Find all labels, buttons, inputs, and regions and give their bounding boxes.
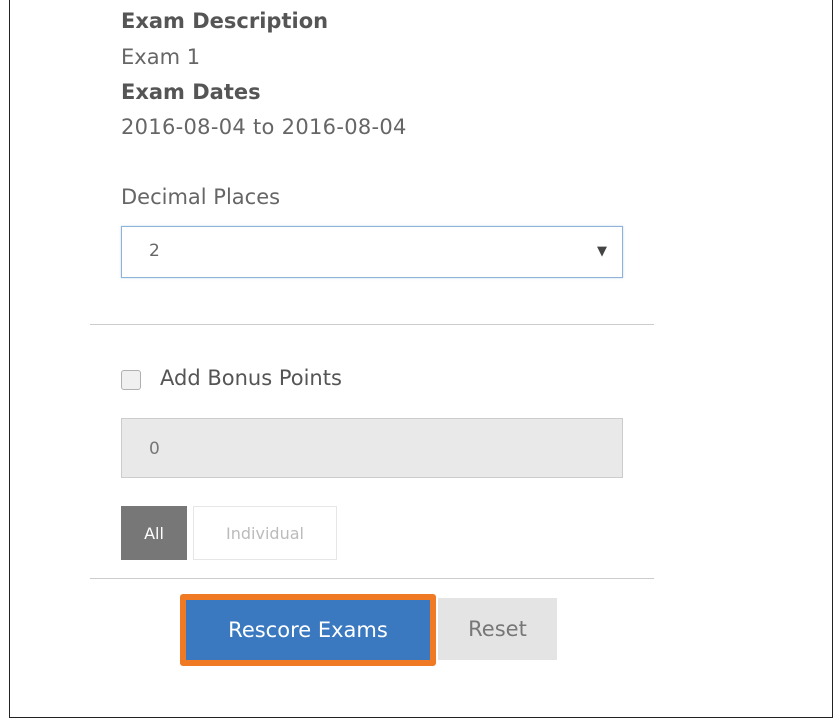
- rescore-exams-label: Rescore Exams: [186, 600, 430, 660]
- bonus-points-input[interactable]: 0: [121, 418, 623, 478]
- exam-dates-label: Exam Dates: [121, 80, 261, 104]
- decimal-places-selected-value: 2: [149, 241, 160, 261]
- add-bonus-points-label[interactable]: Add Bonus Points: [160, 366, 342, 390]
- section-divider: [90, 578, 654, 579]
- add-bonus-points-checkbox[interactable]: [121, 370, 141, 390]
- exam-dates-value: 2016-08-04 to 2016-08-04: [121, 115, 407, 139]
- exam-description-label: Exam Description: [121, 9, 329, 33]
- section-divider: [90, 324, 654, 325]
- reset-button[interactable]: Reset: [438, 598, 557, 660]
- decimal-places-label: Decimal Places: [121, 185, 281, 209]
- exam-description-value: Exam 1: [121, 45, 201, 69]
- individual-toggle-button[interactable]: Individual: [193, 506, 337, 560]
- all-toggle-button[interactable]: All: [121, 506, 187, 560]
- decimal-places-select[interactable]: 2 ▼: [121, 226, 623, 278]
- rescore-exams-button[interactable]: Rescore Exams: [180, 594, 436, 666]
- bonus-points-value: 0: [149, 439, 160, 459]
- caret-down-icon: ▼: [597, 244, 607, 259]
